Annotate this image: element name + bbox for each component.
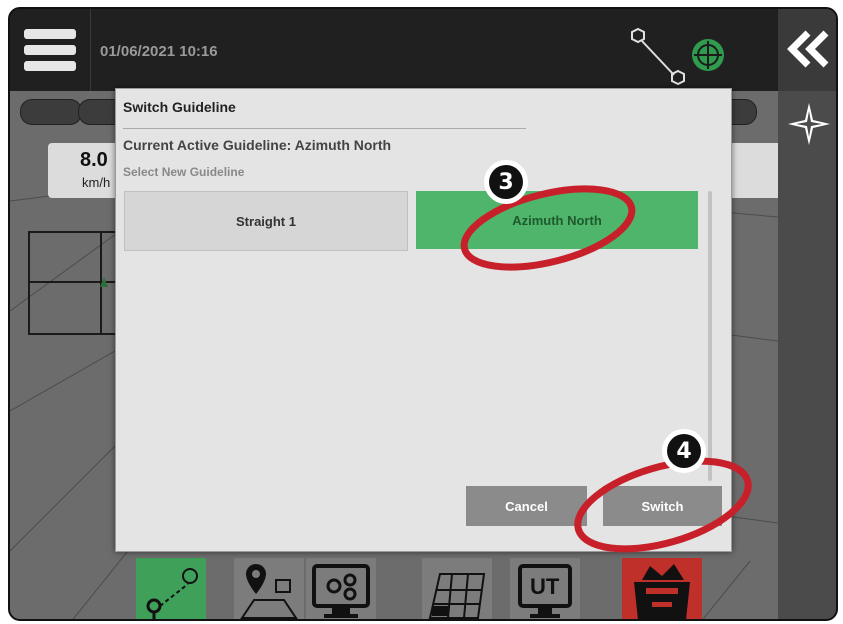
right-sidebar	[778, 9, 836, 619]
title-divider	[123, 128, 526, 129]
guideline-option-straight-1[interactable]: Straight 1	[124, 191, 408, 251]
machine-settings-dock-button[interactable]	[306, 558, 376, 619]
status-divider	[90, 9, 91, 91]
coverage-map-icon	[428, 573, 486, 619]
speed-unit: km/h	[82, 175, 111, 190]
dialog-scrollbar[interactable]	[708, 191, 712, 481]
select-guideline-label: Select New Guideline	[123, 165, 245, 179]
date-time: 01/06/2021 10:16	[100, 43, 218, 60]
satellite-globe-icon	[692, 39, 724, 71]
toolbox-icon	[634, 564, 690, 619]
current-guideline-label: Current Active Guideline: Azimuth North	[123, 137, 392, 153]
field-location-icon	[240, 564, 298, 619]
cancel-button[interactable]: Cancel	[466, 486, 587, 526]
toolbox-dock-button[interactable]	[622, 558, 702, 619]
guideline-dock-button[interactable]	[136, 558, 206, 619]
switch-guideline-dialog: Switch Guideline Current Active Guidelin…	[115, 88, 732, 552]
status-bar: 01/06/2021 10:16	[10, 9, 778, 91]
ut-label: UT	[530, 574, 560, 599]
map-pill-left[interactable]	[20, 99, 82, 125]
compass-icon[interactable]	[786, 101, 832, 147]
guideline-icon	[146, 568, 198, 619]
speed-value: 8.0	[80, 149, 108, 171]
dialog-title: Switch Guideline	[123, 99, 236, 115]
collapse-button[interactable]	[778, 9, 836, 91]
vehicle-arrow-icon	[100, 277, 108, 287]
coverage-map-dock-button[interactable]	[422, 558, 492, 619]
bottom-dock: UT	[10, 546, 778, 619]
guideline-option-azimuth-north[interactable]: Azimuth North	[416, 191, 698, 249]
gps-status[interactable]	[622, 21, 732, 86]
ut-dock-button[interactable]: UT	[510, 558, 580, 619]
field-dock-button[interactable]	[234, 558, 304, 619]
menu-button[interactable]	[20, 25, 80, 75]
machine-settings-icon	[312, 564, 370, 618]
switch-button[interactable]: Switch	[603, 486, 722, 526]
collapse-double-chevron-icon	[787, 30, 829, 68]
